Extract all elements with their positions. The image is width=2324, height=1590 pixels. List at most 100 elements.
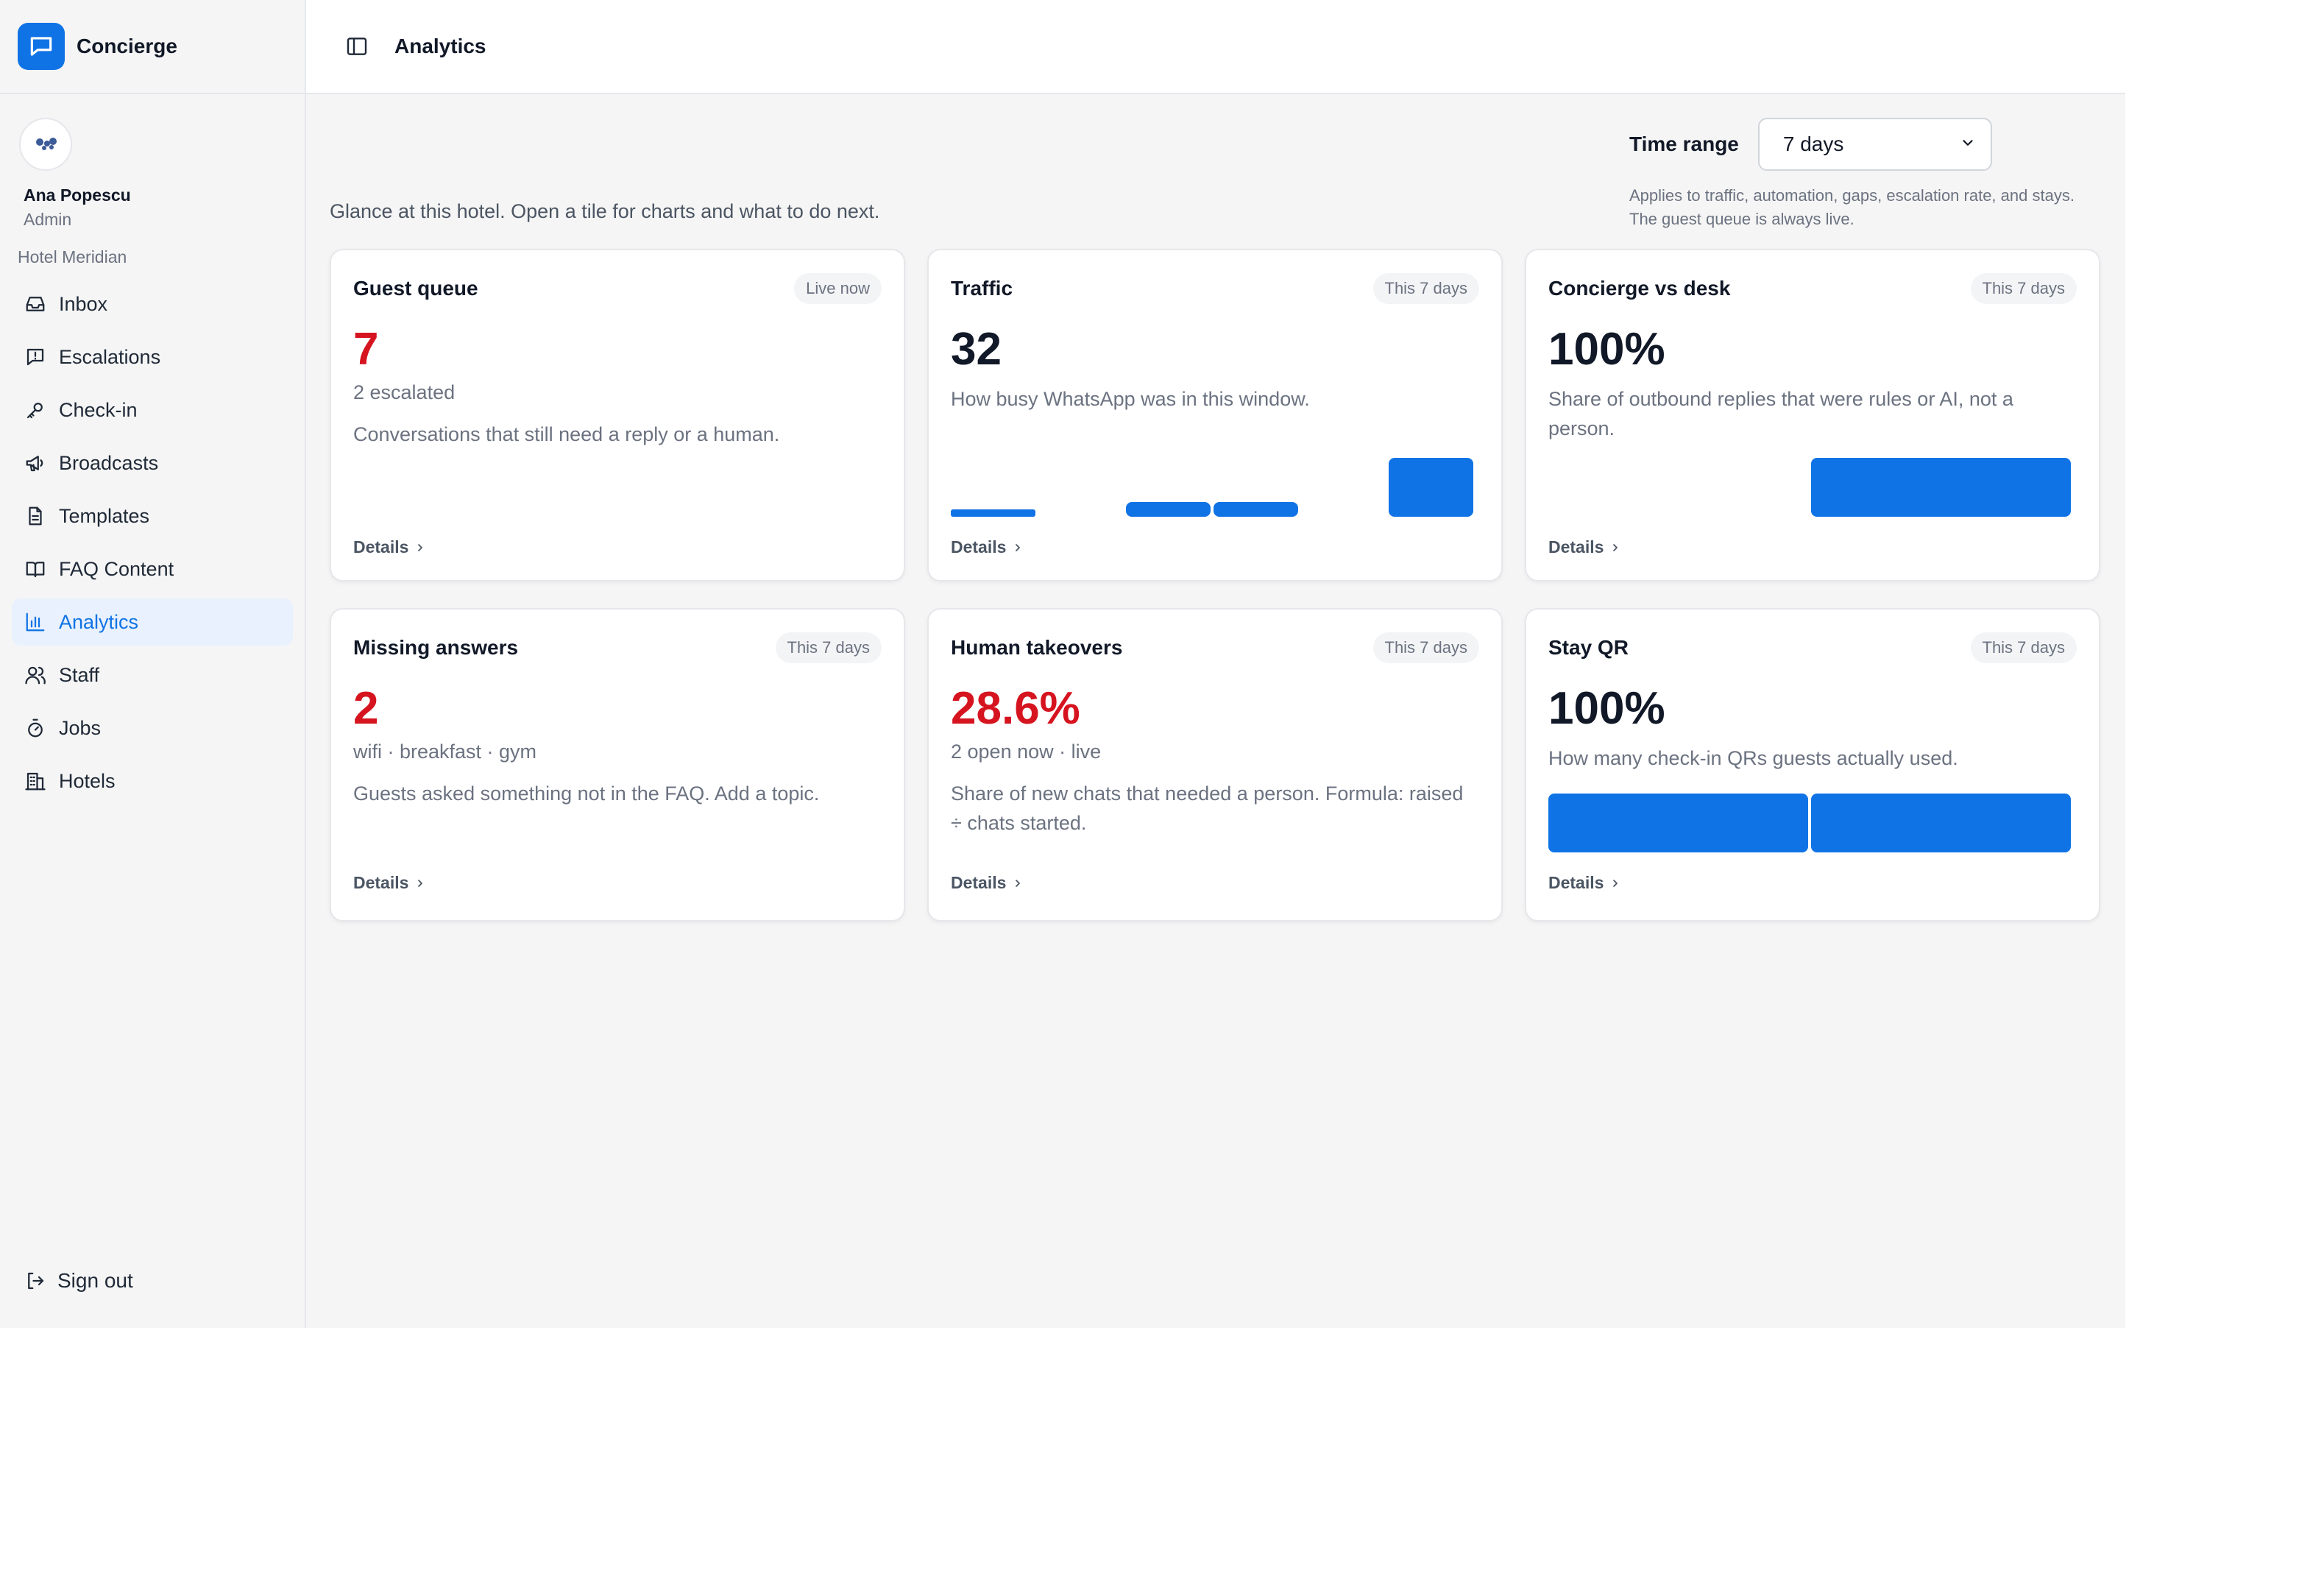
users-icon xyxy=(24,663,47,687)
book-icon xyxy=(24,557,47,581)
card-badge: This 7 days xyxy=(1970,632,2077,663)
sidebar-toggle-icon[interactable] xyxy=(344,34,369,59)
chevron-right-icon xyxy=(414,877,426,889)
key-icon xyxy=(24,398,47,422)
page-intro: Glance at this hotel. Open a tile for ch… xyxy=(330,200,880,222)
chevron-down-icon xyxy=(1960,132,1976,156)
details-link[interactable]: Details xyxy=(1548,873,1621,893)
card-description: Conversations that still need a reply or… xyxy=(353,423,780,445)
card-metric: 100% xyxy=(1548,683,1665,734)
human-takeovers-card[interactable]: Human takeovers This 7 days 28.6% 2 open… xyxy=(927,608,1503,922)
sidebar-item-label: Jobs xyxy=(59,716,102,739)
concierge-bar xyxy=(1811,458,2071,517)
time-range-select[interactable]: 7 days xyxy=(1757,118,1992,171)
details-label: Details xyxy=(951,537,1007,556)
card-description: How busy WhatsApp was in this window. xyxy=(951,388,1310,410)
card-title: Traffic xyxy=(951,277,1013,300)
sidebar-item-hotels[interactable]: Hotels xyxy=(12,757,293,805)
sign-out-button[interactable]: Sign out xyxy=(24,1269,133,1293)
details-link[interactable]: Details xyxy=(353,537,426,557)
bar-chart-icon xyxy=(24,610,47,634)
sidebar-nav: Inbox Escalations Check-in Broadcasts Te… xyxy=(0,267,305,805)
guest-queue-card[interactable]: Guest queue Live now 7 2 escalated Conve… xyxy=(330,249,905,582)
card-title: Guest queue xyxy=(353,277,478,300)
user-role: Admin xyxy=(24,210,72,229)
sidebar-item-faq-content[interactable]: FAQ Content xyxy=(12,545,293,593)
card-metric: 32 xyxy=(951,324,1002,375)
details-link[interactable]: Details xyxy=(353,873,426,893)
sidebar-item-label: FAQ Content xyxy=(59,557,174,580)
card-subtext: 2 escalated xyxy=(353,381,456,403)
timer-icon xyxy=(24,716,47,740)
card-badge: This 7 days xyxy=(1970,273,2077,304)
chevron-right-icon xyxy=(414,542,426,554)
sidebar: Concierge Ana Popescu Admin Hotel Meridi… xyxy=(0,0,306,1328)
card-title: Missing answers xyxy=(353,636,519,659)
time-range-control: Time range 7 days Applies to traffic, au… xyxy=(1629,118,2086,231)
user-name: Ana Popescu xyxy=(24,186,131,205)
card-description: Guests asked something not in the FAQ. A… xyxy=(353,782,820,805)
card-description: How many check-in QRs guests actually us… xyxy=(1548,747,1958,769)
sidebar-item-inbox[interactable]: Inbox xyxy=(12,280,293,328)
details-label: Details xyxy=(1548,537,1604,556)
details-link[interactable]: Details xyxy=(1548,537,1621,557)
document-icon xyxy=(24,504,47,528)
app-name: Concierge xyxy=(77,35,177,57)
traffic-bar xyxy=(1389,458,1473,517)
sidebar-item-label: Templates xyxy=(59,504,150,527)
card-badge: This 7 days xyxy=(1372,632,1479,663)
sidebar-item-label: Staff xyxy=(59,663,100,686)
chat-bubble-icon xyxy=(18,23,65,70)
card-metric: 100% xyxy=(1548,324,1665,375)
details-link[interactable]: Details xyxy=(951,873,1024,893)
sidebar-item-label: Escalations xyxy=(59,345,161,368)
card-title: Stay QR xyxy=(1548,636,1629,659)
card-badge: This 7 days xyxy=(1372,273,1479,304)
building-icon xyxy=(24,769,47,793)
main-content: Analytics Time range 7 days Applies to t… xyxy=(306,0,2125,1328)
stayqr-bar xyxy=(1811,794,2071,852)
traffic-bar xyxy=(1126,502,1211,517)
traffic-bar xyxy=(951,509,1035,517)
sidebar-item-templates[interactable]: Templates xyxy=(12,492,293,540)
hotel-name: Hotel Meridian xyxy=(18,247,127,266)
sidebar-item-check-in[interactable]: Check-in xyxy=(12,386,293,434)
card-subtext: 2 open now · live xyxy=(951,741,1102,763)
sidebar-item-jobs[interactable]: Jobs xyxy=(12,704,293,752)
stay-qr-card[interactable]: Stay QR This 7 days 100% How many check-… xyxy=(1525,608,2100,922)
avatar[interactable] xyxy=(19,118,72,171)
card-description: Share of new chats that needed a person.… xyxy=(951,782,1464,834)
details-label: Details xyxy=(1548,873,1604,892)
concierge-vs-desk-card[interactable]: Concierge vs desk This 7 days 100% Share… xyxy=(1525,249,2100,582)
sign-out-icon xyxy=(24,1269,47,1293)
top-bar: Analytics xyxy=(306,0,2125,94)
card-title: Human takeovers xyxy=(951,636,1123,659)
megaphone-icon xyxy=(24,451,47,475)
sidebar-item-label: Hotels xyxy=(59,769,116,792)
time-range-label: Time range xyxy=(1629,132,1739,155)
traffic-card[interactable]: Traffic This 7 days 32 How busy WhatsApp… xyxy=(927,249,1503,582)
sidebar-item-analytics[interactable]: Analytics xyxy=(12,598,293,646)
brand[interactable]: Concierge xyxy=(0,0,305,94)
chevron-right-icon xyxy=(1012,542,1024,554)
details-link[interactable]: Details xyxy=(951,537,1024,557)
sidebar-item-label: Broadcasts xyxy=(59,451,159,474)
details-label: Details xyxy=(951,873,1007,892)
card-subtext: wifi · breakfast · gym xyxy=(353,741,537,763)
sidebar-item-escalations[interactable]: Escalations xyxy=(12,333,293,381)
card-title: Concierge vs desk xyxy=(1548,277,1731,300)
sign-out-label: Sign out xyxy=(57,1269,133,1292)
details-label: Details xyxy=(353,873,409,892)
page-title: Analytics xyxy=(394,35,486,57)
user-profile: Ana Popescu Admin Hotel Meridian xyxy=(0,94,305,267)
card-metric: 7 xyxy=(353,324,379,375)
stayqr-bar xyxy=(1548,794,1808,852)
sidebar-item-label: Inbox xyxy=(59,292,108,315)
missing-answers-card[interactable]: Missing answers This 7 days 2 wifi · bre… xyxy=(330,608,905,922)
chevron-right-icon xyxy=(1609,877,1621,889)
sidebar-item-broadcasts[interactable]: Broadcasts xyxy=(12,439,293,487)
sidebar-item-staff[interactable]: Staff xyxy=(12,651,293,699)
time-range-value: 7 days xyxy=(1782,132,1844,155)
sidebar-item-label: Check-in xyxy=(59,398,138,421)
chevron-right-icon xyxy=(1609,542,1621,554)
